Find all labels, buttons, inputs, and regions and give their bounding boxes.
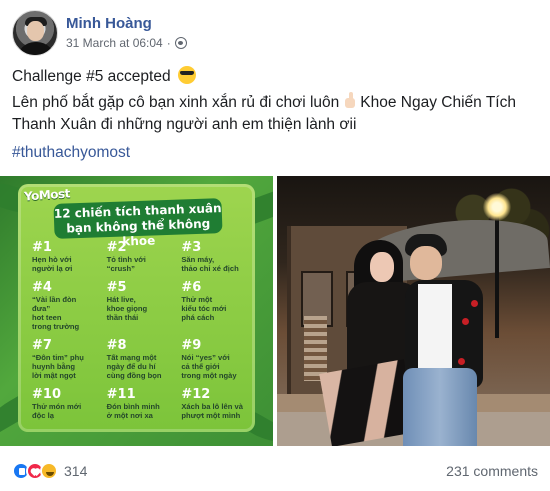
rose-print-shape xyxy=(471,300,478,307)
challenge-item-number: #6 xyxy=(181,280,202,296)
author-name-link[interactable]: Minh Hoàng xyxy=(66,14,187,34)
challenge-item-text: Thử món mới độc lạ xyxy=(32,402,82,421)
man-shirt-shape xyxy=(418,284,452,369)
challenge-item-number: #7 xyxy=(32,338,52,354)
reaction-count: 314 xyxy=(64,463,88,479)
post-meta: Minh Hoàng 31 March at 06:04 · xyxy=(66,14,187,52)
challenge-item-text: Săn máy, thảo chỉ xé địch xyxy=(181,255,239,273)
post-timestamp-row: 31 March at 06:04 · xyxy=(66,34,187,52)
man-jeans-shape xyxy=(403,368,477,446)
challenge-item: #11 Đón bình minh ở một nơi xa xyxy=(107,388,170,420)
avatar-shirt-shape xyxy=(17,42,55,55)
challenge-item-text: Tỏ tình với “crush” xyxy=(106,255,146,273)
challenge-item-text: “Đôn tim” phụ huynh bằng lời mật ngọt xyxy=(32,353,84,380)
shelf-shape xyxy=(304,316,327,381)
globe-icon[interactable] xyxy=(174,37,187,49)
challenge-item-number: #12 xyxy=(181,387,211,403)
challenge-item-text: Hẹn hò với người lạ ơi xyxy=(32,255,73,273)
rose-print-shape xyxy=(458,358,465,365)
challenge-item: #3 Săn máy, thảo chỉ xé địch xyxy=(181,241,244,273)
challenge-item-text: “Vài lần đòn đưa” hot teen trong trường xyxy=(32,295,80,331)
brand-logo: YoMost xyxy=(23,186,71,204)
challenge-items-grid: #1 Hẹn hò với người lạ ơi #2 Tỏ tình với “… xyxy=(32,241,244,420)
author-avatar[interactable] xyxy=(12,10,58,56)
challenge-item: #1 Hẹn hò với người lạ ơi xyxy=(32,241,95,273)
separator-dot: · xyxy=(166,36,171,50)
reaction-summary[interactable]: 314 xyxy=(12,462,87,480)
challenge-item-number: #5 xyxy=(106,280,127,296)
sunglasses-face-emoji-icon xyxy=(177,66,196,84)
challenge-item: #10 Thử món mới độc lạ xyxy=(32,388,95,420)
post-text: Challenge #5 accepted Lên phố bắt gặp cô… xyxy=(12,66,538,164)
challenge-item-text: Tất mạng một ngày để du hí cùng đồng bọn xyxy=(106,353,162,380)
post-header: Minh Hoàng 31 March at 06:04 · xyxy=(12,10,187,56)
post-photo-grid: YoMost 12 chiến tích thanh xuân bạn khôn… xyxy=(0,176,550,446)
challenge-item-number: #4 xyxy=(32,280,52,296)
man-face-shape xyxy=(410,246,442,280)
hashtag-link[interactable]: #thuthachyomost xyxy=(12,142,538,164)
challenge-item-text: Thử một kiểu tóc mới phá cách xyxy=(181,295,227,322)
challenge-item: #9 Nói “yes” với cả thế giới trong một ng… xyxy=(181,339,244,380)
challenge-item: #4 “Vài lần đòn đưa” hot teen trong trườn… xyxy=(32,281,95,331)
challenge-item: #7 “Đôn tim” phụ huynh bằng lời mật ngọt xyxy=(32,339,95,380)
haha-reaction-icon xyxy=(40,462,58,480)
challenge-item: #2 Tỏ tình với “crush” xyxy=(107,241,170,273)
challenge-item-number: #11 xyxy=(106,387,136,403)
challenge-image[interactable]: YoMost 12 chiến tích thanh xuân bạn khôn… xyxy=(0,176,273,446)
challenge-card: YoMost 12 chiến tích thanh xuân bạn khôn… xyxy=(18,184,255,432)
challenge-item-text: Xách ba lô lên và phượt một mình xyxy=(181,402,243,421)
challenge-item-number: #8 xyxy=(106,338,127,354)
comments-count-link[interactable]: 231 comments xyxy=(446,463,538,479)
street-lamp-icon xyxy=(483,193,511,221)
challenge-item-number: #3 xyxy=(181,240,202,255)
post-timestamp-link[interactable]: 31 March at 06:04 xyxy=(66,34,163,52)
challenge-item-text: Đón bình minh ở một nơi xa xyxy=(106,402,160,421)
lamp-pole-shape xyxy=(495,208,499,338)
challenge-item-number: #10 xyxy=(32,387,61,403)
challenge-item: #6 Thử một kiểu tóc mới phá cách xyxy=(181,281,244,331)
rose-print-shape xyxy=(462,318,469,325)
post-footer: 314 231 comments xyxy=(12,459,538,483)
post-line-challenge: Challenge #5 accepted xyxy=(12,66,538,88)
challenge-item-text: Nói “yes” với cả thế giới trong một ngày xyxy=(181,353,237,380)
challenge-item-text: Hát live, khoe giọng thần thái xyxy=(106,295,148,322)
challenge-item-number: #2 xyxy=(106,240,127,255)
pointing-hand-emoji-icon xyxy=(342,92,357,110)
challenge-item-number: #9 xyxy=(181,338,202,354)
woman-face-shape xyxy=(370,252,394,282)
couple-photo[interactable] xyxy=(277,176,550,446)
avatar-face-shape xyxy=(27,21,44,41)
post-text-line1: Challenge #5 accepted xyxy=(12,68,171,85)
challenge-item-number: #1 xyxy=(32,240,52,255)
post-text-line2-part1: Lên phố bắt gặp cô bạn xinh xắn rủ đi ch… xyxy=(12,94,340,111)
challenge-item: #12 Xách ba lô lên và phượt một mình xyxy=(181,388,244,420)
challenge-item: #5 Hát live, khoe giọng thần thái xyxy=(107,281,170,331)
challenge-item: #8 Tất mạng một ngày để du hí cùng đồng b… xyxy=(107,339,170,380)
challenge-banner-title: 12 chiến tích thanh xuân bạn không thể k… xyxy=(53,198,223,249)
post-line-description: Lên phố bắt gặp cô bạn xinh xắn rủ đi ch… xyxy=(12,92,538,136)
